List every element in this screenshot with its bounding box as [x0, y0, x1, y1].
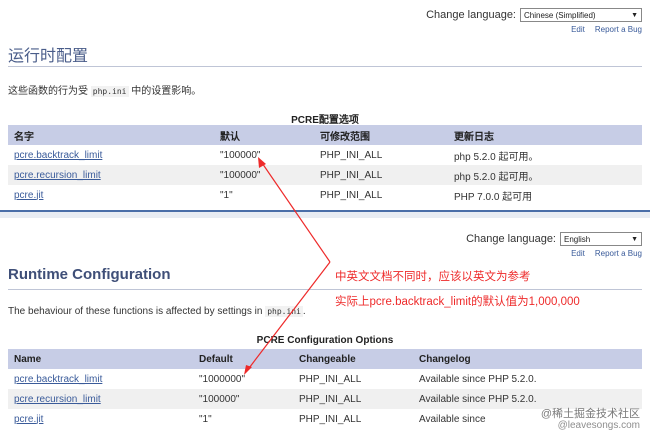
option-changeable: PHP_INI_ALL: [314, 165, 448, 185]
watermark-site: @leavesongs.com: [557, 420, 640, 431]
screenshot-divider: [0, 210, 650, 218]
intro-text: The behaviour of these functions is affe…: [8, 306, 306, 317]
options-table: 名字 默认 可修改范围 更新日志 pcre.backtrack_limit "1…: [8, 125, 642, 205]
option-name-link[interactable]: pcre.backtrack_limit: [8, 369, 193, 389]
language-switcher-bottom: Change language: English ▼: [466, 232, 642, 246]
report-bug-link[interactable]: Report a Bug: [595, 25, 642, 34]
language-select-value: Chinese (Simplified): [524, 10, 596, 20]
header-changeable: Changeable: [293, 349, 413, 369]
language-select[interactable]: Chinese (Simplified) ▼: [520, 8, 642, 22]
chevron-down-icon: ▼: [631, 235, 638, 243]
option-default: "100000": [214, 165, 314, 185]
table-row: pcre.backtrack_limit "100000" PHP_INI_AL…: [8, 145, 642, 165]
header-name: Name: [8, 349, 193, 369]
report-bug-link[interactable]: Report a Bug: [595, 249, 642, 258]
language-select-value: English: [564, 234, 591, 244]
option-name-link[interactable]: pcre.recursion_limit: [8, 165, 214, 185]
watermark: @稀土掘金技术社区 @leavesongs.com: [541, 408, 640, 432]
option-default: "100000": [193, 389, 293, 409]
option-default: "1": [214, 185, 314, 205]
watermark-brand: @稀土掘金技术社区: [540, 408, 640, 420]
page-title: 运行时配置: [8, 48, 89, 65]
intro-text: 这些函数的行为受 php.ini 中的设置影响。: [8, 82, 201, 97]
option-name-link[interactable]: pcre.backtrack_limit: [8, 145, 214, 165]
edit-links-top: Edit Report a Bug: [571, 25, 642, 34]
page-title: Runtime Configuration: [8, 266, 171, 283]
table-caption: PCRE配置选项: [291, 115, 359, 126]
intro-after: 中的设置影响。: [128, 86, 202, 97]
option-changeable: PHP_INI_ALL: [314, 185, 448, 205]
option-changeable: PHP_INI_ALL: [293, 389, 413, 409]
chevron-down-icon: ▼: [631, 11, 638, 19]
edit-link[interactable]: Edit: [571, 25, 585, 34]
option-default: "100000": [214, 145, 314, 165]
table-row: pcre.backtrack_limit "1000000" PHP_INI_A…: [8, 369, 642, 389]
annotation-line-2: 实际上pcre.backtrack_limit的默认值为1,000,000: [335, 296, 580, 308]
header-name: 名字: [8, 125, 214, 145]
option-changelog: Available since PHP 5.2.0.: [413, 369, 642, 389]
intro-code: php.ini: [265, 306, 303, 317]
option-changelog: Available since PHP 5.2.0.: [413, 389, 642, 409]
change-language-label: Change language:: [426, 9, 516, 21]
option-changeable: PHP_INI_ALL: [314, 145, 448, 165]
option-default: "1000000": [193, 369, 293, 389]
header-default: Default: [193, 349, 293, 369]
language-switcher-top: Change language: Chinese (Simplified) ▼: [426, 8, 642, 22]
intro-before: 这些函数的行为受: [8, 86, 91, 97]
change-language-label: Change language:: [466, 233, 556, 245]
title-divider: [8, 289, 642, 290]
table-header-row: Name Default Changeable Changelog: [8, 349, 642, 369]
header-changelog: 更新日志: [448, 125, 642, 145]
language-select[interactable]: English ▼: [560, 232, 642, 246]
edit-link[interactable]: Edit: [571, 249, 585, 258]
annotation-line-1: 中英文文档不同时，应该以英文为参考: [335, 271, 531, 283]
table-header-row: 名字 默认 可修改范围 更新日志: [8, 125, 642, 145]
header-default: 默认: [214, 125, 314, 145]
table-row: pcre.jit "1" PHP_INI_ALL PHP 7.0.0 起可用: [8, 185, 642, 205]
header-changelog: Changelog: [413, 349, 642, 369]
option-changelog: PHP 7.0.0 起可用: [448, 185, 642, 205]
option-default: "1": [193, 409, 293, 429]
option-name-link[interactable]: pcre.recursion_limit: [8, 389, 193, 409]
option-changelog: php 5.2.0 起可用。: [448, 165, 642, 185]
option-name-link[interactable]: pcre.jit: [8, 185, 214, 205]
table-row: pcre.recursion_limit "100000" PHP_INI_AL…: [8, 165, 642, 185]
english-doc-panel: Change language: English ▼ Edit Report a…: [0, 218, 650, 435]
header-changeable: 可修改范围: [314, 125, 448, 145]
intro-before: The behaviour of these functions is affe…: [8, 306, 266, 317]
option-name-link[interactable]: pcre.jit: [8, 409, 193, 429]
table-row: pcre.recursion_limit "100000" PHP_INI_AL…: [8, 389, 642, 409]
chinese-doc-panel: Change language: Chinese (Simplified) ▼ …: [0, 0, 650, 210]
option-changeable: PHP_INI_ALL: [293, 369, 413, 389]
intro-after: .: [302, 306, 306, 317]
option-changelog: php 5.2.0 起可用。: [448, 145, 642, 165]
title-divider: [8, 66, 642, 67]
edit-links-bottom: Edit Report a Bug: [571, 249, 642, 258]
intro-code: php.ini: [90, 86, 129, 97]
table-caption: PCRE Configuration Options: [256, 335, 394, 346]
option-changeable: PHP_INI_ALL: [293, 409, 413, 429]
